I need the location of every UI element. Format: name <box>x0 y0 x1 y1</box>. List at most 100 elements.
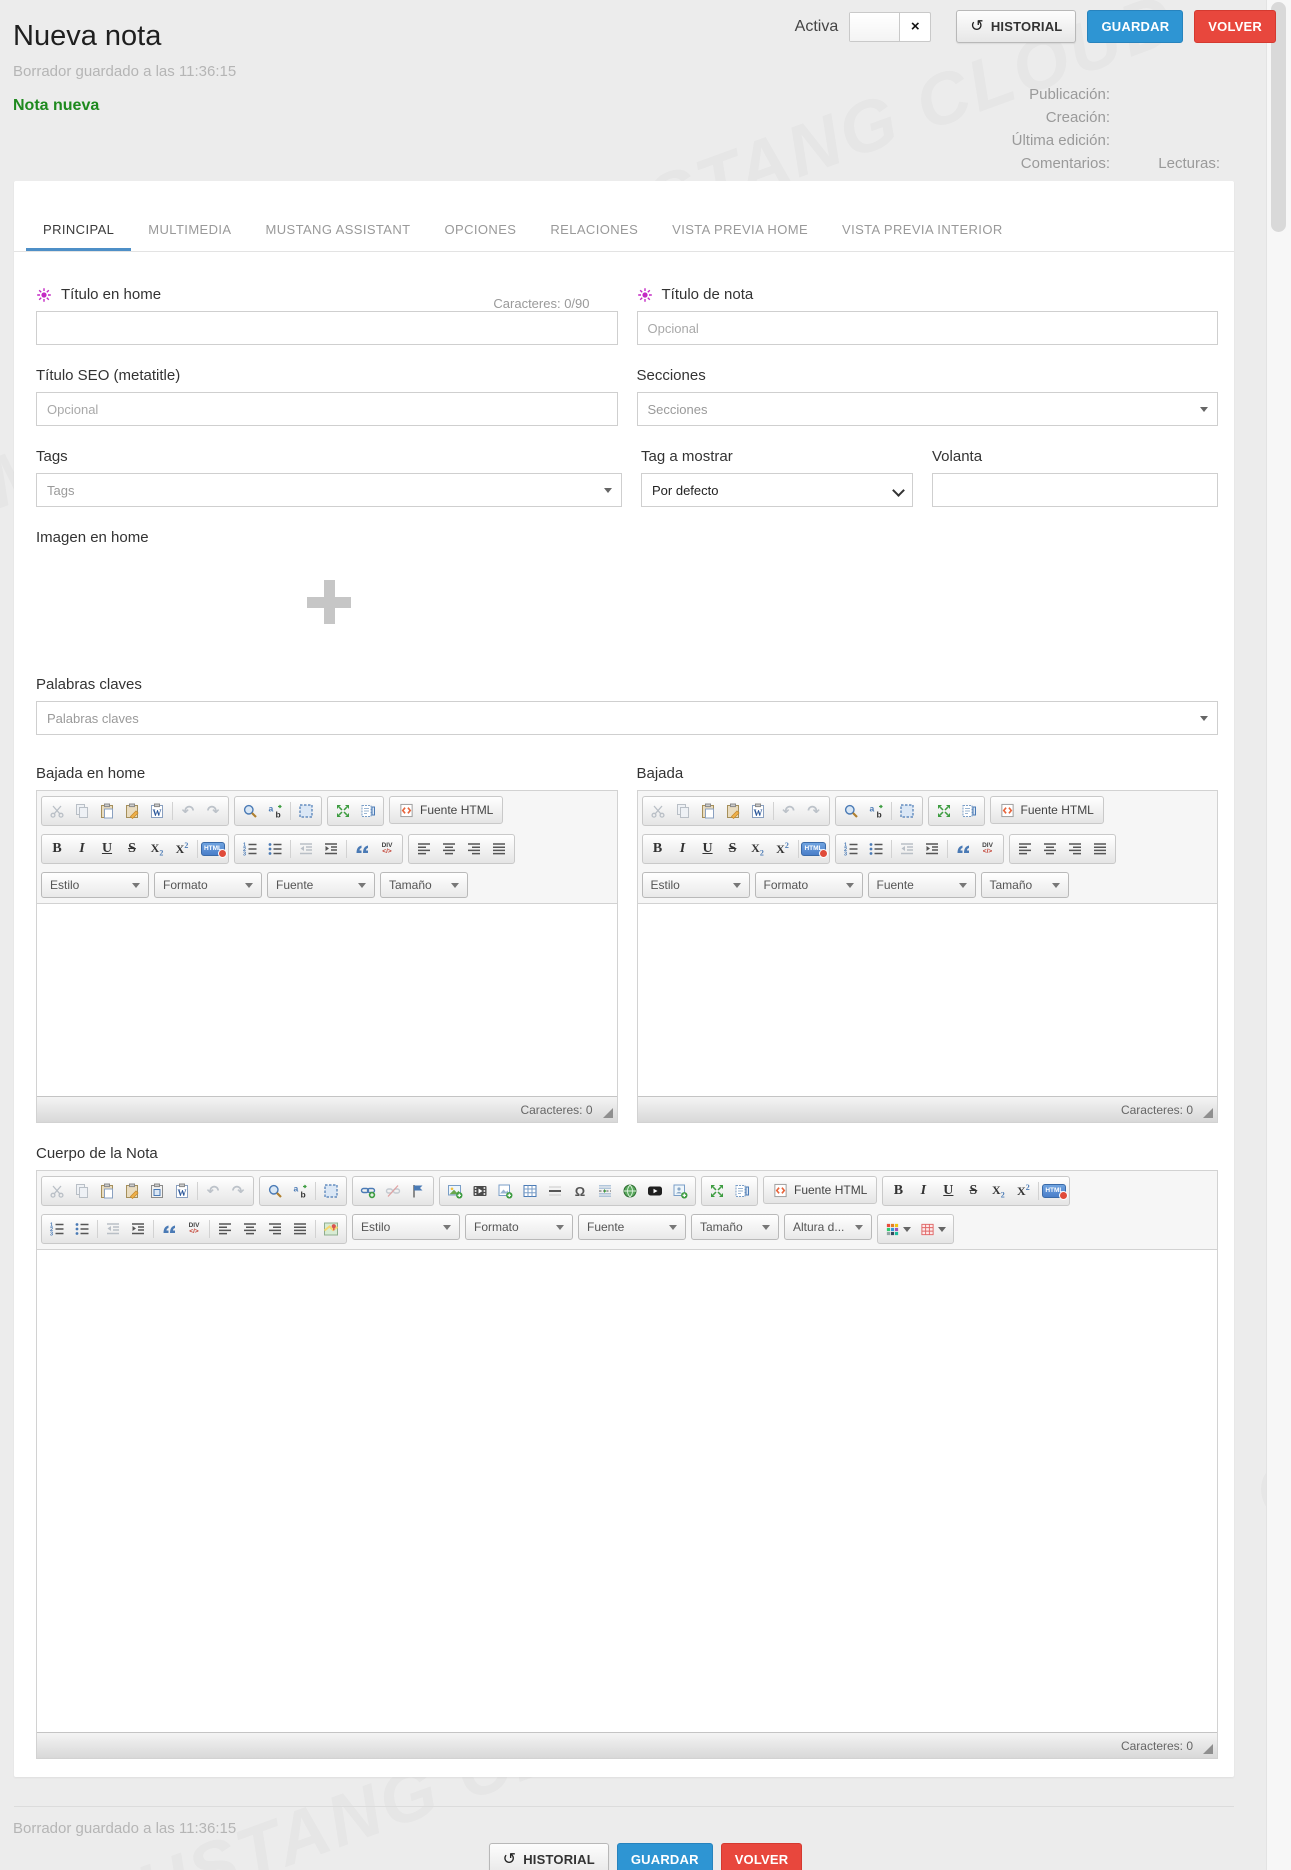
font-select[interactable]: Fuente <box>868 872 976 898</box>
outdent-button[interactable] <box>895 838 919 860</box>
resize-grip[interactable] <box>603 1108 613 1118</box>
align-justify-button[interactable] <box>288 1218 312 1240</box>
source-button[interactable]: Fuente HTML <box>763 1176 877 1204</box>
superscript-button[interactable]: X2 <box>771 838 795 860</box>
div-container-button[interactable]: DIV</> <box>375 838 399 860</box>
tab-vista-previa-home[interactable]: VISTA PREVIA HOME <box>655 222 825 251</box>
horizontal-rule-button[interactable] <box>543 1180 567 1202</box>
format-select[interactable]: Formato <box>154 872 262 898</box>
subscript-button[interactable]: X2 <box>746 838 770 860</box>
align-center-button[interactable] <box>238 1218 262 1240</box>
back-button[interactable]: VOLVER <box>721 1843 803 1870</box>
redo-button[interactable]: ↷ <box>802 800 826 822</box>
paste-word-button[interactable] <box>746 800 770 822</box>
image-person-button[interactable] <box>668 1180 692 1202</box>
cut-button[interactable] <box>45 800 69 822</box>
align-center-button[interactable] <box>1038 838 1062 860</box>
paste-text-button[interactable] <box>120 1180 144 1202</box>
save-button[interactable]: GUARDAR <box>617 1843 713 1870</box>
underline-button[interactable]: U <box>696 838 720 860</box>
link-button[interactable] <box>356 1180 380 1202</box>
media-button[interactable] <box>468 1180 492 1202</box>
strikethrough-button[interactable]: S <box>120 838 144 860</box>
history-button[interactable]: ↺ HISTORIAL <box>956 10 1076 43</box>
outdent-button[interactable] <box>294 838 318 860</box>
table-style-button[interactable] <box>916 1218 950 1240</box>
save-button[interactable]: GUARDAR <box>1087 10 1183 43</box>
undo-button[interactable]: ↶ <box>201 1180 225 1202</box>
body-editor-area[interactable] <box>37 1250 1217 1732</box>
maximize-button[interactable] <box>932 800 956 822</box>
tab-mustang-assistant[interactable]: MUSTANG ASSISTANT <box>249 222 428 251</box>
bold-button[interactable]: B <box>45 838 69 860</box>
ordered-list-button[interactable] <box>839 838 863 860</box>
find-button[interactable] <box>263 1180 287 1202</box>
replace-button[interactable] <box>263 800 287 822</box>
find-button[interactable] <box>839 800 863 822</box>
style-select[interactable]: Estilo <box>642 872 750 898</box>
maximize-button[interactable] <box>705 1180 729 1202</box>
font-select[interactable]: Fuente <box>578 1214 686 1240</box>
ordered-list-button[interactable] <box>45 1218 69 1240</box>
ordered-list-button[interactable] <box>238 838 262 860</box>
remove-format-button[interactable]: HTML <box>802 838 826 860</box>
tab-multimedia[interactable]: MULTIMEDIA <box>131 222 248 251</box>
align-right-button[interactable] <box>263 1218 287 1240</box>
align-left-button[interactable] <box>412 838 436 860</box>
table-button[interactable] <box>518 1180 542 1202</box>
show-blocks-button[interactable] <box>730 1180 754 1202</box>
div-container-button[interactable]: DIV</> <box>976 838 1000 860</box>
paste-button[interactable] <box>696 800 720 822</box>
align-right-button[interactable] <box>1063 838 1087 860</box>
replace-button[interactable] <box>864 800 888 822</box>
color-grid-button[interactable] <box>881 1218 915 1240</box>
history-button[interactable]: ↺ HISTORIAL <box>489 1843 609 1870</box>
youtube-button[interactable] <box>643 1180 667 1202</box>
resize-grip[interactable] <box>1203 1108 1213 1118</box>
source-button[interactable]: Fuente HTML <box>990 796 1104 824</box>
align-right-button[interactable] <box>462 838 486 860</box>
underline-button[interactable]: U <box>95 838 119 860</box>
back-button[interactable]: VOLVER <box>1194 10 1276 43</box>
indent-button[interactable] <box>319 838 343 860</box>
select-all-button[interactable] <box>319 1180 343 1202</box>
home-excerpt-editor-body[interactable] <box>37 904 617 1096</box>
display-tag-select[interactable]: Por defecto <box>641 473 913 507</box>
iframe-button[interactable] <box>618 1180 642 1202</box>
paste-word-button[interactable] <box>170 1180 194 1202</box>
seo-title-input[interactable] <box>36 392 618 426</box>
image-alt-button[interactable] <box>493 1180 517 1202</box>
maps-button[interactable] <box>319 1218 343 1240</box>
paste-plain-button[interactable] <box>145 1180 169 1202</box>
line-height-select[interactable]: Altura d... <box>784 1214 872 1240</box>
scrollbar-track[interactable] <box>1266 0 1291 1870</box>
tab-principal[interactable]: PRINCIPAL <box>26 222 131 251</box>
blockquote-button[interactable] <box>157 1218 181 1240</box>
blockquote-button[interactable] <box>350 838 374 860</box>
superscript-button[interactable]: X2 <box>1011 1180 1035 1202</box>
add-image-button[interactable] <box>36 554 622 650</box>
toggle-handle[interactable] <box>850 13 900 41</box>
copy-button[interactable] <box>70 1180 94 1202</box>
paste-text-button[interactable] <box>721 800 745 822</box>
note-title-input[interactable] <box>637 311 1219 345</box>
resize-grip[interactable] <box>1203 1744 1213 1754</box>
paste-button[interactable] <box>95 800 119 822</box>
find-button[interactable] <box>238 800 262 822</box>
indent-button[interactable] <box>920 838 944 860</box>
subscript-button[interactable]: X2 <box>145 838 169 860</box>
style-select[interactable]: Estilo <box>41 872 149 898</box>
cut-button[interactable] <box>45 1180 69 1202</box>
size-select[interactable]: Tamaño <box>981 872 1069 898</box>
indent-button[interactable] <box>126 1218 150 1240</box>
excerpt-editor-body[interactable] <box>638 904 1218 1096</box>
italic-button[interactable]: I <box>911 1180 935 1202</box>
image-button[interactable] <box>443 1180 467 1202</box>
paste-word-button[interactable] <box>145 800 169 822</box>
outdent-button[interactable] <box>101 1218 125 1240</box>
redo-button[interactable]: ↷ <box>226 1180 250 1202</box>
format-select[interactable]: Formato <box>465 1214 573 1240</box>
cut-button[interactable] <box>646 800 670 822</box>
subscript-button[interactable]: X2 <box>986 1180 1010 1202</box>
replace-button[interactable] <box>288 1180 312 1202</box>
